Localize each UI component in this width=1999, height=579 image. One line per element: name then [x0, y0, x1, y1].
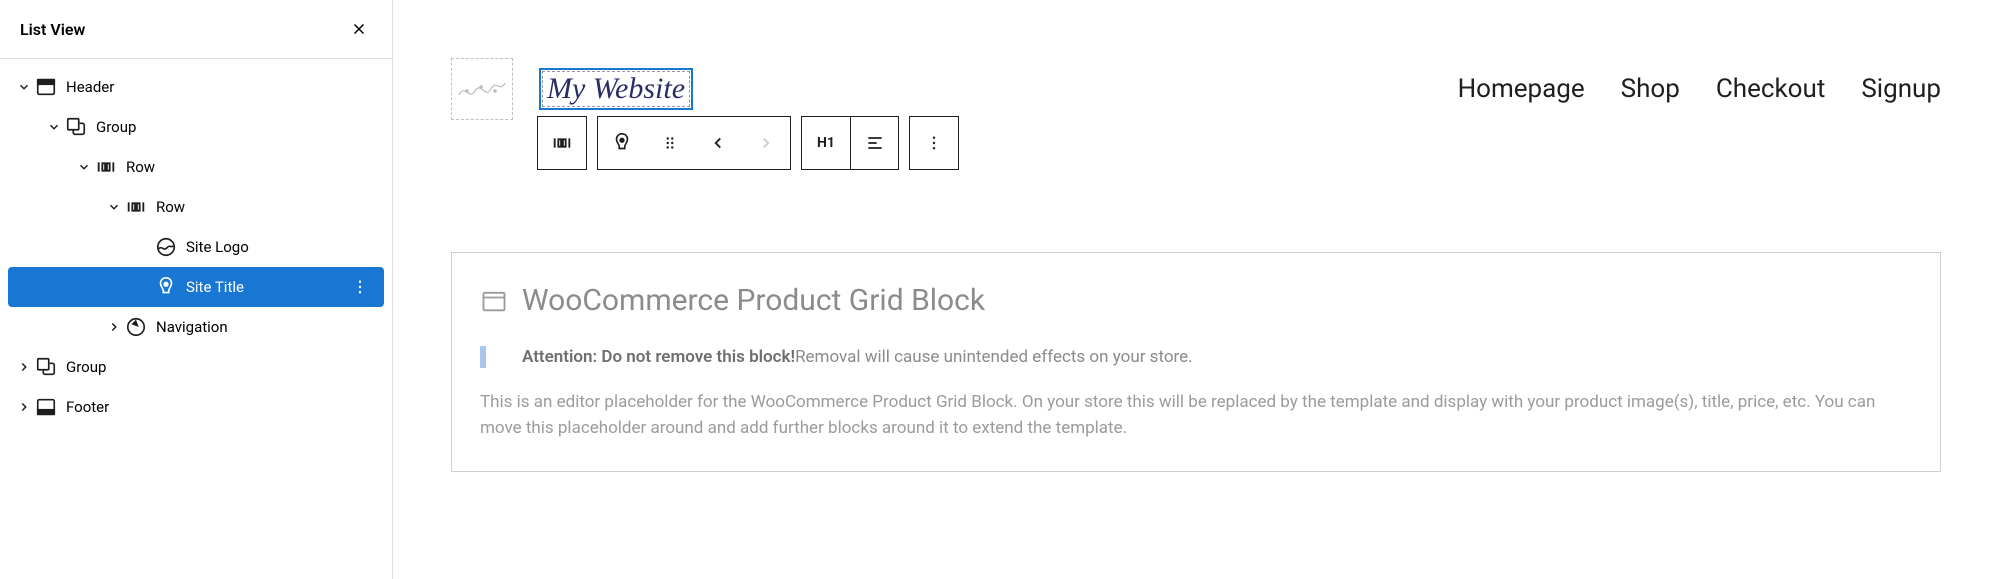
header-left-row: My Website: [451, 58, 693, 120]
tree-item-navigation[interactable]: Navigation: [0, 307, 392, 347]
placeholder-title-text: WooCommerce Product Grid Block: [522, 283, 985, 318]
tree-item-options-button[interactable]: [348, 275, 372, 299]
close-panel-button[interactable]: [346, 16, 372, 42]
placeholder-description: This is an editor placeholder for the Wo…: [480, 390, 1912, 441]
logo-placeholder-icon: [457, 77, 507, 101]
tree-item-label: Navigation: [156, 318, 380, 336]
product-grid-placeholder-block[interactable]: WooCommerce Product Grid Block Attention…: [451, 252, 1941, 472]
attention-notice: Attention: Do not remove this block! Rem…: [480, 346, 1912, 368]
list-view-panel: List View Header Group Row Row: [0, 0, 393, 579]
site-title-icon: [611, 132, 633, 154]
nav-item-checkout[interactable]: Checkout: [1716, 74, 1825, 104]
group-block-icon: [34, 355, 58, 379]
tree-item-label: Group: [66, 358, 380, 376]
tree-item-label: Site Title: [186, 278, 348, 296]
list-view-header: List View: [0, 0, 392, 59]
drag-handle-icon: [661, 134, 679, 152]
placeholder-title-row: WooCommerce Product Grid Block: [480, 283, 1912, 318]
attention-bar-icon: [480, 346, 486, 368]
select-parent-row-button[interactable]: [538, 117, 586, 169]
toolbar-group-parent: [537, 116, 587, 170]
tree-item-label: Site Logo: [186, 238, 380, 256]
chevron-down-icon[interactable]: [104, 200, 124, 214]
tree-item-footer[interactable]: Footer: [0, 387, 392, 427]
navigation-block[interactable]: Homepage Shop Checkout Signup: [1458, 74, 1941, 104]
tree-item-label: Row: [126, 158, 380, 176]
toolbar-group-heading: H1: [801, 116, 899, 170]
tree-item-label: Row: [156, 198, 380, 216]
block-type-button[interactable]: [598, 117, 646, 169]
product-grid-icon: [480, 287, 508, 315]
navigation-block-icon: [124, 315, 148, 339]
tree-item-group-2[interactable]: Group: [0, 347, 392, 387]
chevron-right-icon[interactable]: [104, 320, 124, 334]
site-logo-placeholder[interactable]: [451, 58, 513, 120]
align-button[interactable]: [850, 117, 898, 169]
footer-block-icon: [34, 395, 58, 419]
tree-item-label: Group: [96, 118, 380, 136]
drag-handle-button[interactable]: [646, 117, 694, 169]
move-right-button[interactable]: [742, 117, 790, 169]
move-left-button[interactable]: [694, 117, 742, 169]
more-options-button[interactable]: [910, 117, 958, 169]
more-vertical-icon: [925, 134, 943, 152]
align-left-icon: [865, 133, 885, 153]
site-title-block[interactable]: My Website: [539, 68, 693, 110]
attention-rest-text: Removal will cause unintended effects on…: [795, 347, 1193, 367]
heading-level-button[interactable]: H1: [802, 117, 850, 169]
toolbar-group-more: [909, 116, 959, 170]
attention-strong-text: Attention: Do not remove this block!: [522, 347, 795, 367]
block-toolbar: H1: [537, 116, 959, 170]
chevron-down-icon[interactable]: [44, 120, 64, 134]
header-block[interactable]: My Website: [451, 58, 1941, 120]
toolbar-group-block: [597, 116, 791, 170]
chevron-down-icon[interactable]: [14, 80, 34, 94]
row-block-icon: [551, 132, 573, 154]
editor-canvas[interactable]: My Website: [393, 0, 1999, 579]
tree-item-header[interactable]: Header: [0, 67, 392, 107]
close-icon: [350, 20, 368, 38]
nav-item-shop[interactable]: Shop: [1621, 74, 1680, 104]
chevron-left-icon: [709, 134, 727, 152]
tree-item-site-title[interactable]: Site Title: [8, 267, 384, 307]
site-logo-icon: [154, 235, 178, 259]
group-block-icon: [64, 115, 88, 139]
tree-item-row[interactable]: Row: [0, 147, 392, 187]
chevron-right-icon: [757, 134, 775, 152]
site-title-text[interactable]: My Website: [539, 68, 693, 110]
tree-item-label: Header: [66, 78, 380, 96]
tree-item-site-logo[interactable]: Site Logo: [0, 227, 392, 267]
row-block-icon: [94, 155, 118, 179]
nav-item-homepage[interactable]: Homepage: [1458, 74, 1585, 104]
tree-item-label: Footer: [66, 398, 380, 416]
block-tree: Header Group Row Row Site Logo Site Titl…: [0, 59, 392, 435]
chevron-down-icon[interactable]: [74, 160, 94, 174]
heading-level-label: H1: [817, 135, 835, 151]
site-title-icon: [154, 275, 178, 299]
tree-item-row-inner[interactable]: Row: [0, 187, 392, 227]
row-block-icon: [124, 195, 148, 219]
tree-item-group[interactable]: Group: [0, 107, 392, 147]
list-view-title: List View: [20, 20, 85, 39]
chevron-right-icon[interactable]: [14, 360, 34, 374]
chevron-right-icon[interactable]: [14, 400, 34, 414]
nav-item-signup[interactable]: Signup: [1861, 74, 1941, 104]
header-block-icon: [34, 75, 58, 99]
